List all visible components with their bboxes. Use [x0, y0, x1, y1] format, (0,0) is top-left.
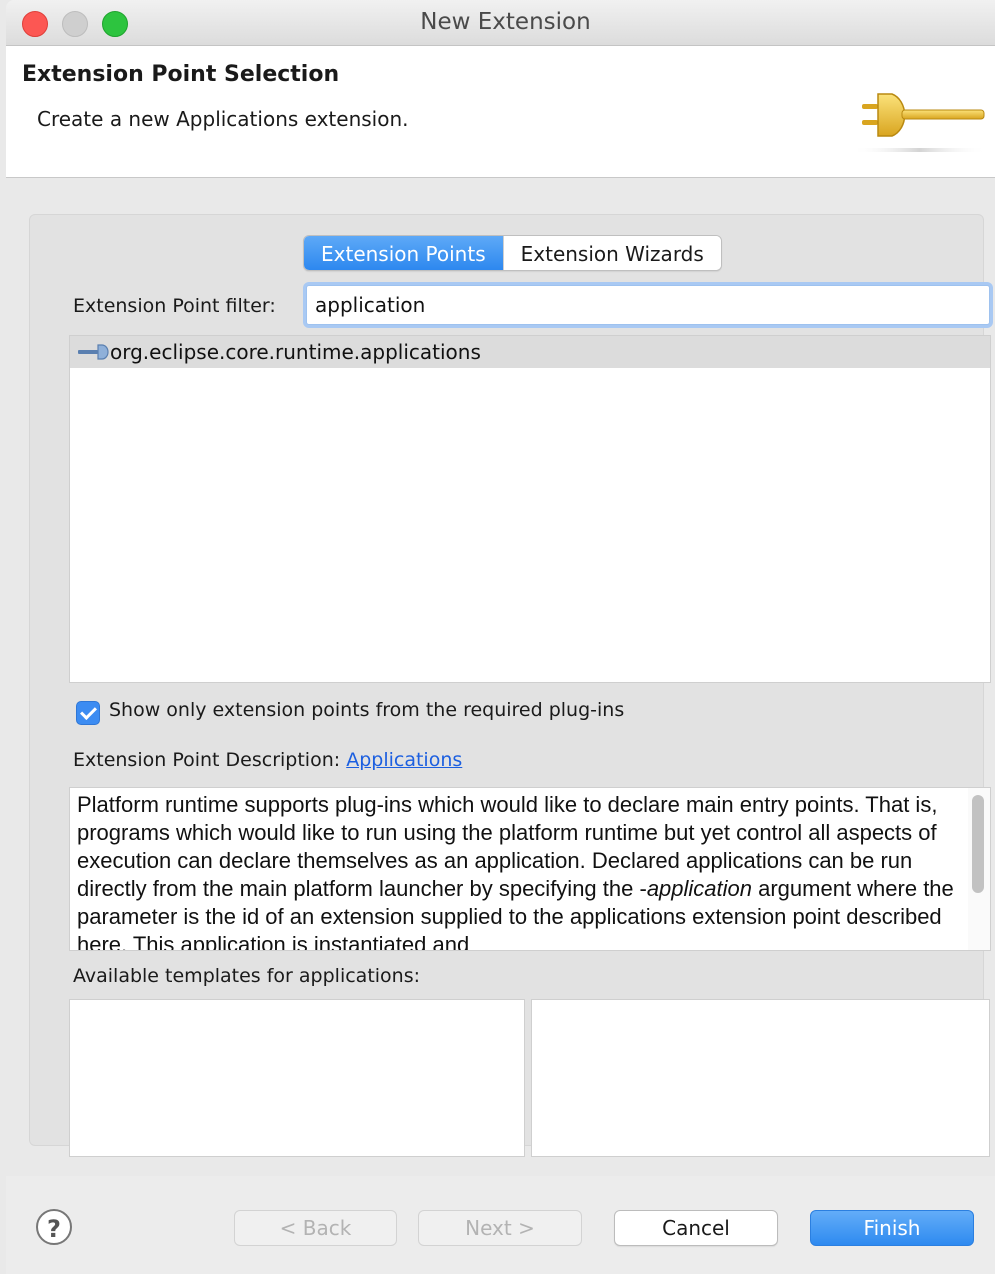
wizard-content: Extension Points Extension Wizards Exten… — [6, 178, 995, 1176]
scrollbar-thumb[interactable] — [972, 795, 984, 893]
back-button[interactable]: < Back — [234, 1210, 397, 1246]
finish-button[interactable]: Finish — [810, 1210, 974, 1246]
applications-link[interactable]: Applications — [346, 749, 462, 771]
tab-extension-wizards[interactable]: Extension Wizards — [502, 236, 721, 270]
extension-point-list[interactable]: org.eclipse.core.runtime.applications — [69, 335, 991, 683]
window-title: New Extension — [420, 9, 591, 35]
wizard-header: Extension Point Selection Create a new A… — [6, 46, 995, 178]
plug-icon — [852, 93, 987, 152]
show-required-label[interactable]: Show only extension points from the requ… — [109, 699, 624, 721]
title-bar: New Extension — [6, 0, 995, 46]
extension-point-filter-input[interactable] — [306, 285, 990, 325]
list-item-label: org.eclipse.core.runtime.applications — [110, 340, 481, 364]
tab-extension-points[interactable]: Extension Points — [304, 236, 503, 270]
templates-label: Available templates for applications: — [73, 965, 421, 987]
description-label-text: Extension Point Description: — [73, 749, 341, 771]
description-label: Extension Point Description: Application… — [73, 749, 462, 771]
wizard-footer: ? < Back Next > Cancel Finish — [6, 1176, 995, 1274]
description-box[interactable]: Platform runtime supports plug-ins which… — [69, 787, 991, 951]
filter-label: Extension Point filter: — [73, 295, 276, 317]
cancel-button[interactable]: Cancel — [614, 1210, 778, 1246]
help-button[interactable]: ? — [36, 1209, 72, 1245]
list-item[interactable]: org.eclipse.core.runtime.applications — [70, 336, 990, 368]
extension-point-icon — [78, 344, 109, 360]
templates-list[interactable] — [69, 999, 525, 1157]
tab-bar: Extension Points Extension Wizards — [303, 235, 722, 271]
template-description[interactable] — [531, 999, 990, 1157]
show-required-checkbox[interactable] — [76, 701, 100, 725]
description-text-italic: application — [646, 876, 752, 901]
extension-point-group: Extension Points Extension Wizards Exten… — [29, 214, 991, 1157]
description-text: Platform runtime supports plug-ins which… — [77, 791, 962, 950]
page-title: Extension Point Selection — [22, 62, 340, 87]
description-scrollbar[interactable] — [968, 788, 990, 950]
next-button[interactable]: Next > — [418, 1210, 582, 1246]
page-subtitle: Create a new Applications extension. — [37, 107, 409, 131]
